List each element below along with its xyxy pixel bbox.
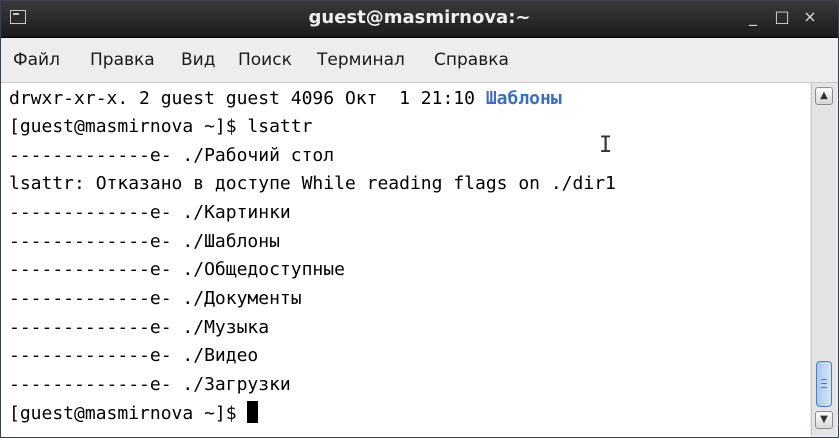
terminal-window: guest@masmirnova:~ _ □ × Файл Правка Вид… <box>0 0 839 438</box>
text-ibeam-icon: I <box>599 133 613 158</box>
menu-search[interactable]: Поиск <box>238 50 292 70</box>
scrollbar-thumb[interactable] <box>816 361 832 407</box>
chevron-up-icon: ▲ <box>820 90 828 101</box>
directory-name: Шаблоны <box>485 88 562 109</box>
vertical-scrollbar[interactable]: ▲ ▼ <box>811 83 836 435</box>
title-bar[interactable]: guest@masmirnova:~ _ □ × <box>1 1 838 38</box>
menu-edit[interactable]: Правка <box>90 50 155 70</box>
prompt-line[interactable]: [guest@masmirnova ~]$ <box>9 400 259 428</box>
menu-bar: Файл Правка Вид Поиск Терминал Справка <box>1 38 838 83</box>
terminal-line: -------------e- ./Загрузки <box>9 374 291 395</box>
text-cursor <box>247 401 259 423</box>
minimize-button[interactable]: _ <box>743 7 763 27</box>
grip-line <box>821 387 827 388</box>
close-button[interactable]: × <box>800 7 820 27</box>
window-title: guest@masmirnova:~ <box>308 7 531 28</box>
terminal-line: drwxr-xr-x. 2 guest guest 4096 Окт 1 21:… <box>9 85 562 113</box>
menu-file[interactable]: Файл <box>13 50 60 70</box>
terminal-line: -------------e- ./Рабочий стол <box>9 145 335 166</box>
terminal-line: lsattr: Отказано в доступе While reading… <box>9 173 616 194</box>
chevron-down-icon: ▼ <box>820 414 828 425</box>
terminal-line: [guest@masmirnova ~]$ lsattr <box>9 116 313 137</box>
terminal-line: -------------e- ./Видео <box>9 345 259 366</box>
grip-line <box>821 383 827 384</box>
listing-text: drwxr-xr-x. 2 guest guest 4096 Окт 1 21:… <box>9 88 486 109</box>
scroll-down-button[interactable]: ▼ <box>815 411 833 429</box>
maximize-button[interactable]: □ <box>772 7 792 27</box>
shell-prompt: [guest@masmirnova ~]$ <box>9 403 248 424</box>
menu-view[interactable]: Вид <box>181 50 215 70</box>
terminal-line: -------------e- ./Шаблоны <box>9 231 280 252</box>
menu-help[interactable]: Справка <box>434 50 509 70</box>
grip-line <box>821 379 827 380</box>
terminal-line: -------------e- ./Картинки <box>9 202 291 223</box>
terminal-output[interactable]: drwxr-xr-x. 2 guest guest 4096 Окт 1 21:… <box>1 83 810 437</box>
terminal-line: -------------e- ./Общедоступные <box>9 259 345 280</box>
terminal-line: -------------e- ./Музыка <box>9 317 270 338</box>
menu-terminal[interactable]: Терминал <box>317 50 405 70</box>
scroll-up-button[interactable]: ▲ <box>815 87 833 105</box>
terminal-line: -------------e- ./Документы <box>9 288 302 309</box>
